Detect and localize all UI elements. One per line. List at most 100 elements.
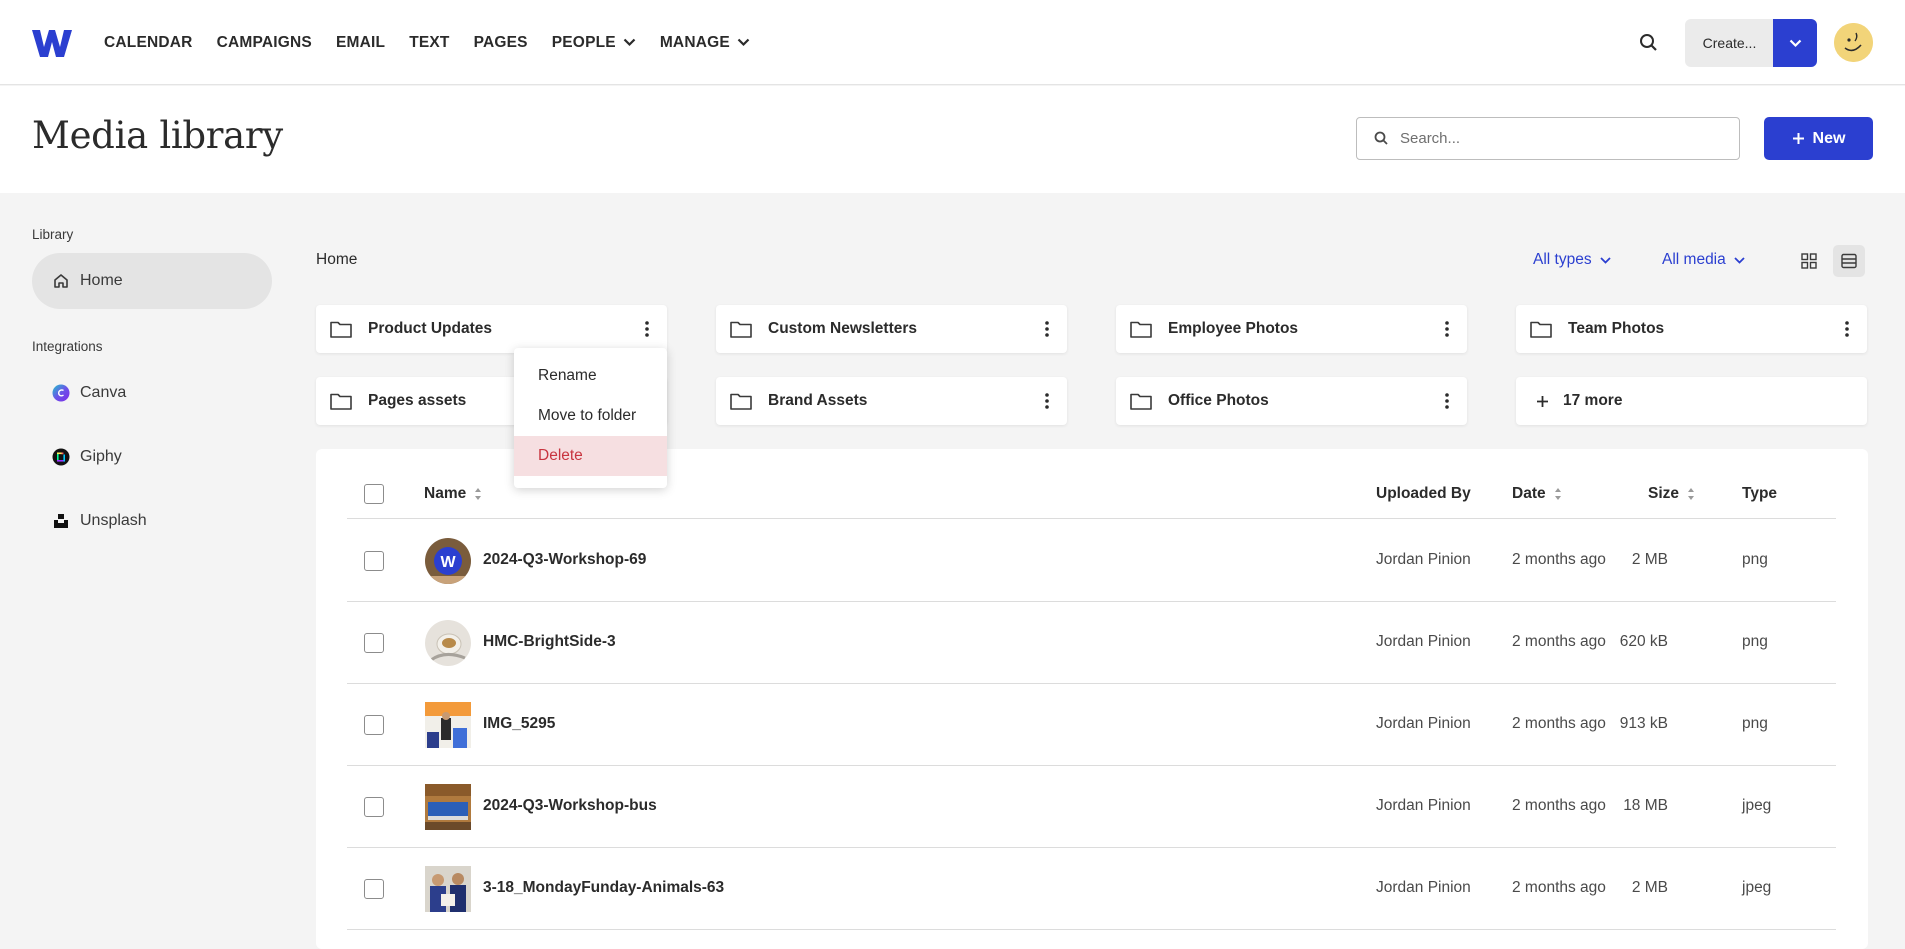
- nav-item-campaigns[interactable]: CAMPAIGNS: [217, 34, 312, 52]
- folder-name: Brand Assets: [768, 392, 868, 409]
- row-checkbox[interactable]: [364, 551, 384, 571]
- media-thumbnail: W: [425, 538, 471, 584]
- chevron-down-icon: [623, 38, 636, 47]
- file-type: png: [1742, 633, 1768, 650]
- nav-item-people[interactable]: PEOPLE: [552, 34, 636, 52]
- table-row[interactable]: IMG_5295 Jordan Pinion 2 months ago 913 …: [347, 684, 1836, 766]
- search-icon[interactable]: [1638, 32, 1660, 54]
- create-button[interactable]: Create...: [1685, 19, 1774, 67]
- home-icon: [52, 272, 70, 290]
- more-options-icon[interactable]: [1037, 319, 1057, 339]
- filter-media-dropdown[interactable]: All media: [1662, 251, 1745, 269]
- file-name[interactable]: 3-18_MondayFunday-Animals-63: [483, 879, 724, 897]
- nav-label: CALENDAR: [104, 33, 193, 51]
- breadcrumb[interactable]: Home: [316, 251, 357, 269]
- main-nav: CALENDAR CAMPAIGNS EMAIL TEXT PAGES PEOP…: [104, 0, 774, 85]
- table-row[interactable]: 2024-Q3-Workshop-bus Jordan Pinion 2 mon…: [347, 766, 1836, 848]
- nav-label: TEXT: [409, 33, 450, 51]
- plus-icon: [1792, 133, 1804, 144]
- row-checkbox[interactable]: [364, 797, 384, 817]
- sort-icon: [1688, 488, 1695, 500]
- sidebar-item-canva[interactable]: Canva: [32, 365, 272, 421]
- nav-label: MANAGE: [659, 33, 730, 51]
- column-name-header[interactable]: Name: [424, 485, 482, 503]
- table-row[interactable]: W 2024-Q3-Workshop-69 Jordan Pinion 2 mo…: [347, 520, 1836, 602]
- table-row[interactable]: HMC-BrightSide-3 Jordan Pinion 2 months …: [347, 602, 1836, 684]
- media-thumbnail: [425, 784, 471, 830]
- menu-item-label: Rename: [538, 367, 597, 384]
- table-row[interactable]: 3-18_MondayFunday-Animals-63 Jordan Pini…: [347, 848, 1836, 930]
- folder-card[interactable]: Office Photos: [1116, 377, 1467, 425]
- nav-item-pages[interactable]: PAGES: [474, 34, 528, 52]
- file-size: 2 MB: [1631, 551, 1668, 568]
- menu-item-delete[interactable]: Delete: [514, 436, 667, 476]
- search-input[interactable]: [1400, 130, 1720, 147]
- folder-card[interactable]: Employee Photos: [1116, 305, 1467, 353]
- folder-name: Pages assets: [368, 392, 467, 409]
- nav-item-manage[interactable]: MANAGE: [660, 34, 750, 52]
- row-checkbox[interactable]: [364, 879, 384, 899]
- create-dropdown-button[interactable]: [1773, 19, 1817, 67]
- more-options-icon[interactable]: [1437, 319, 1457, 339]
- create-button-label: Create...: [1702, 35, 1757, 51]
- chevron-down-icon: [1789, 39, 1801, 47]
- column-date-header[interactable]: Date: [1512, 485, 1562, 503]
- new-button[interactable]: New: [1764, 117, 1873, 160]
- uploaded-by: Jordan Pinion: [1376, 797, 1471, 814]
- sidebar-item-unsplash[interactable]: Unsplash: [32, 493, 272, 549]
- media-search-box[interactable]: [1356, 117, 1740, 160]
- svg-text:W: W: [440, 554, 456, 571]
- file-name[interactable]: 2024-Q3-Workshop-69: [483, 551, 646, 569]
- more-options-icon[interactable]: [1837, 319, 1857, 339]
- nav-label: EMAIL: [335, 33, 386, 51]
- new-button-label: New: [1812, 129, 1846, 147]
- sidebar-item-home[interactable]: Home: [32, 253, 272, 309]
- folder-name: Custom Newsletters: [768, 320, 918, 337]
- grid-view-button[interactable]: [1793, 245, 1825, 277]
- file-type: jpeg: [1742, 879, 1772, 896]
- sidebar-item-label: Home: [80, 272, 123, 289]
- column-label: Name: [424, 485, 467, 502]
- nav-item-calendar[interactable]: CALENDAR: [104, 34, 193, 52]
- file-type: png: [1742, 551, 1768, 568]
- nav-label: PEOPLE: [551, 33, 616, 51]
- nav-label: PAGES: [473, 33, 528, 51]
- folder-card[interactable]: Brand Assets: [716, 377, 1067, 425]
- avatar[interactable]: [1834, 23, 1873, 62]
- brand-logo-icon[interactable]: [32, 27, 72, 59]
- more-folders-button[interactable]: 17 more: [1516, 377, 1867, 425]
- media-thumbnail: [425, 620, 471, 666]
- folder-icon: [1130, 321, 1152, 338]
- more-options-icon[interactable]: [1037, 391, 1057, 411]
- folder-card[interactable]: Team Photos: [1516, 305, 1867, 353]
- file-name[interactable]: HMC-BrightSide-3: [483, 633, 616, 651]
- menu-item-rename[interactable]: Rename: [514, 356, 667, 396]
- library-heading: Library: [32, 227, 74, 242]
- more-options-icon[interactable]: [637, 319, 657, 339]
- sidebar: Library Home Integrations Canva Giphy Un…: [0, 193, 290, 933]
- search-icon: [1374, 131, 1388, 145]
- page-header: Media library New: [0, 86, 1905, 193]
- column-size-header[interactable]: Size: [1648, 485, 1695, 503]
- folder-icon: [730, 321, 752, 338]
- folder-card[interactable]: Product Updates: [316, 305, 667, 353]
- page-title: Media library: [32, 114, 283, 157]
- plus-icon: [1537, 395, 1548, 407]
- menu-item-move-to-folder[interactable]: Move to folder: [514, 396, 667, 436]
- row-checkbox[interactable]: [364, 715, 384, 735]
- nav-label: CAMPAIGNS: [216, 33, 312, 51]
- row-checkbox[interactable]: [364, 633, 384, 653]
- file-name[interactable]: IMG_5295: [483, 715, 555, 733]
- nav-item-text[interactable]: TEXT: [409, 34, 449, 52]
- filter-types-dropdown[interactable]: All types: [1533, 251, 1611, 269]
- more-options-icon[interactable]: [1437, 391, 1457, 411]
- folder-name: Product Updates: [368, 320, 493, 337]
- filter-media-label: All media: [1662, 251, 1726, 268]
- folder-card[interactable]: Custom Newsletters: [716, 305, 1067, 353]
- nav-item-email[interactable]: EMAIL: [336, 34, 385, 52]
- file-name[interactable]: 2024-Q3-Workshop-bus: [483, 797, 657, 815]
- select-all-checkbox[interactable]: [364, 484, 384, 504]
- sidebar-item-giphy[interactable]: Giphy: [32, 429, 272, 485]
- file-size: 913 kB: [1619, 715, 1668, 732]
- list-view-button[interactable]: [1833, 245, 1865, 277]
